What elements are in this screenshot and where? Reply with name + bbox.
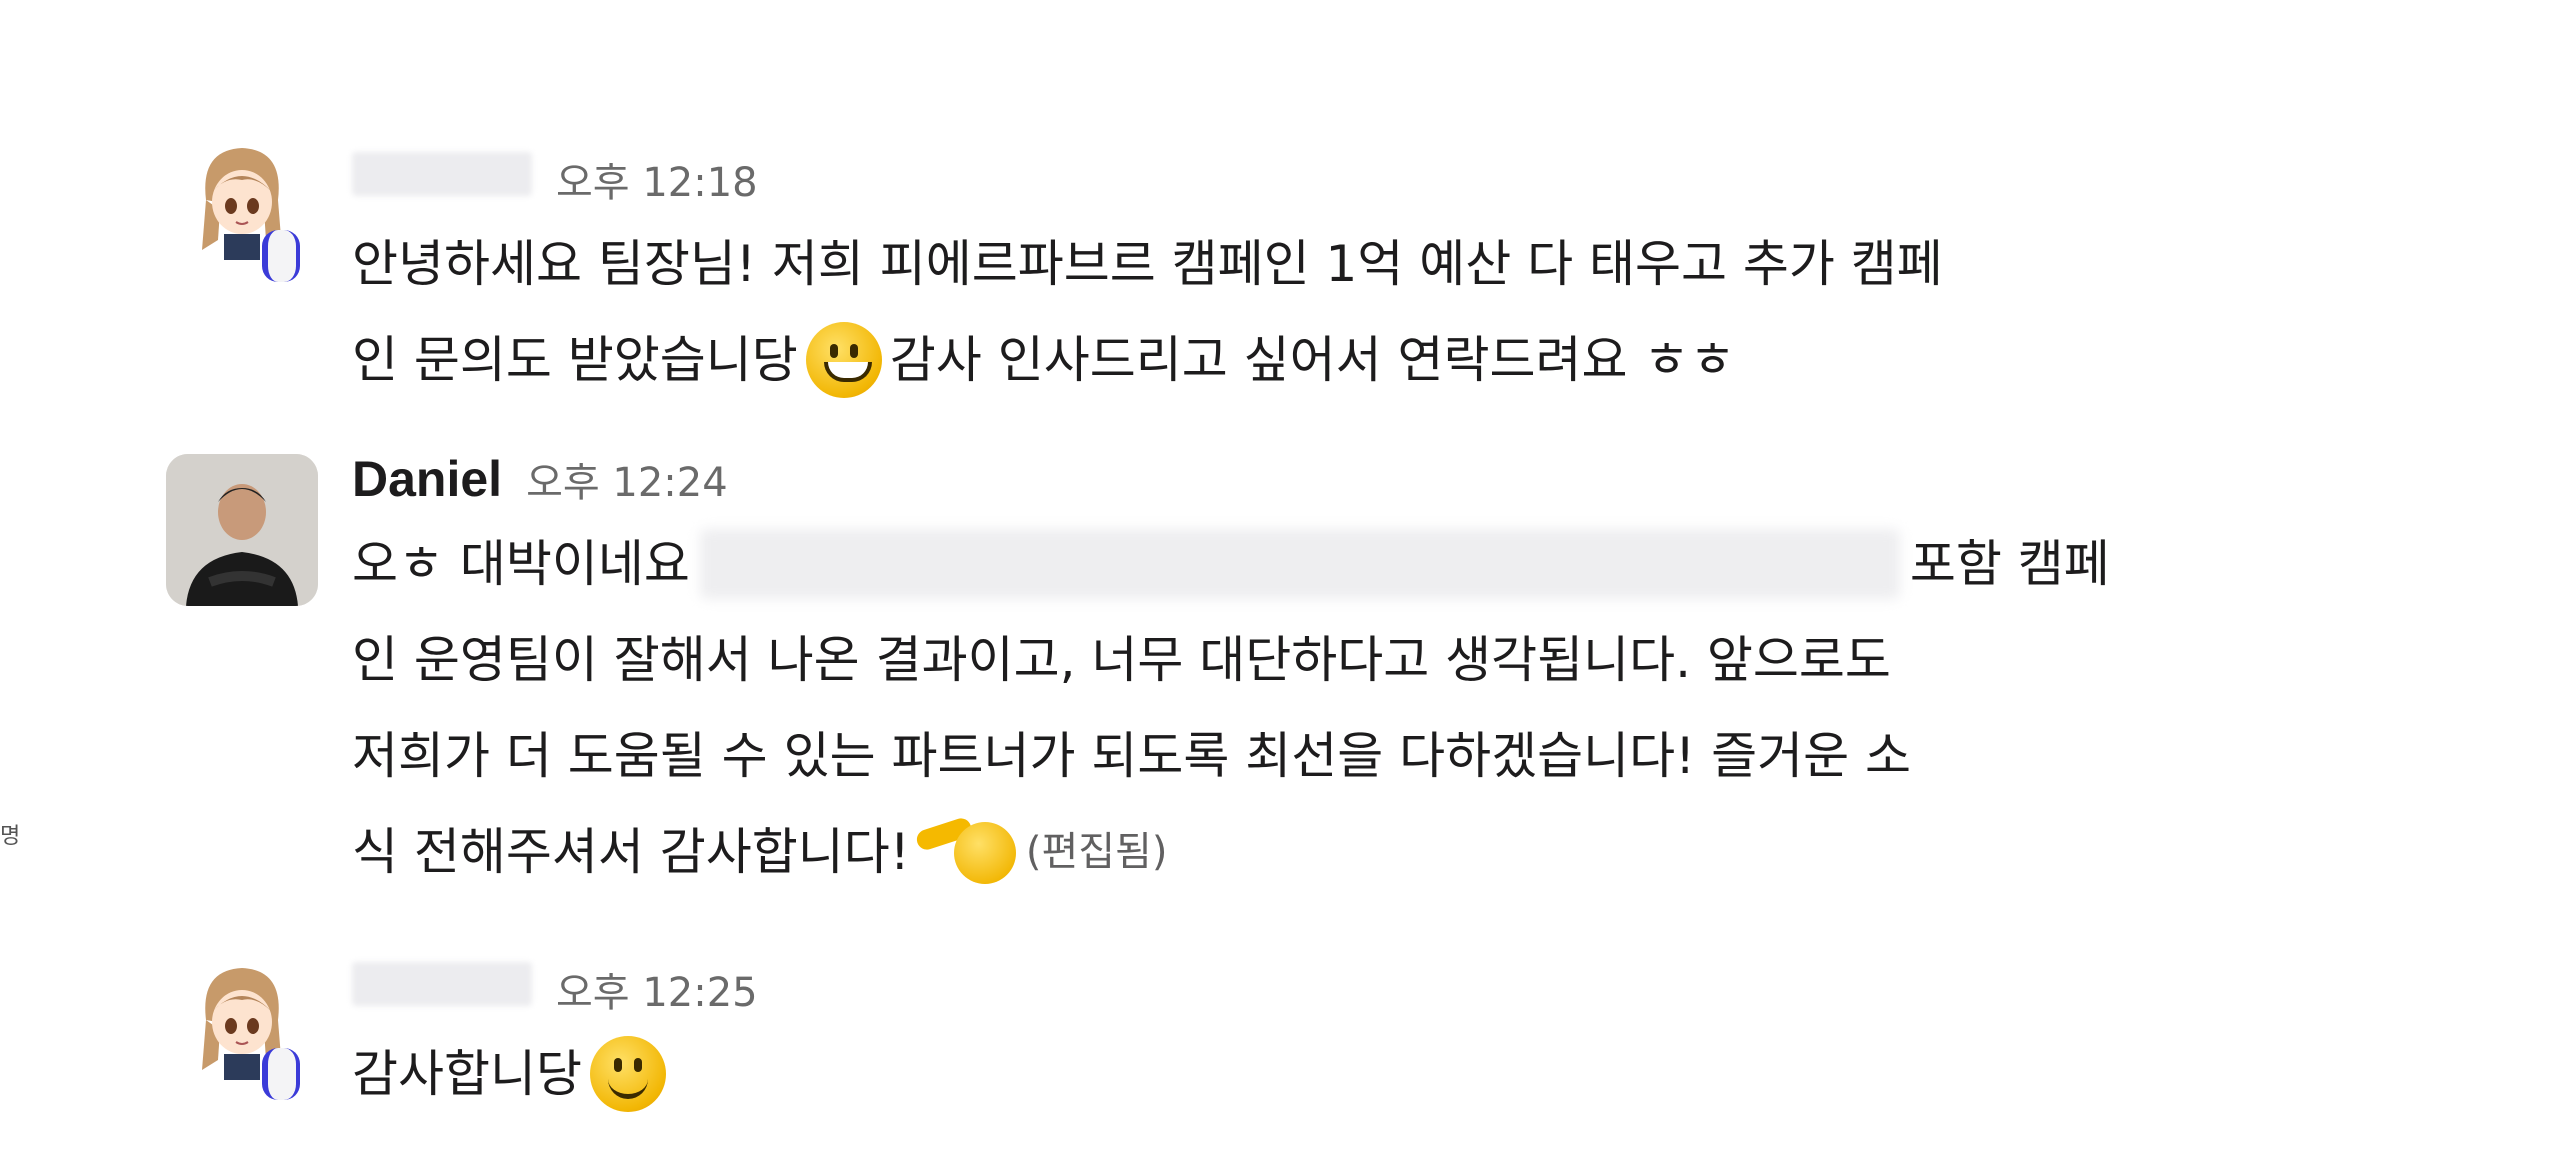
timestamp[interactable]: 오후 12:18 bbox=[556, 150, 758, 208]
message-text: 포함 캠페 bbox=[1909, 535, 2110, 593]
message-text: 식 전해주셔서 감사합니다! bbox=[352, 823, 910, 881]
edge-text-fragment: 명 bbox=[0, 824, 21, 849]
message-text: 인 문의도 받았습니당 bbox=[352, 331, 798, 389]
message-header: 오후 12:18 bbox=[352, 150, 758, 220]
message-line: 안녕하세요 팀장님! 저희 피에르파브르 캠페인 1억 예산 다 태우고 추가 … bbox=[352, 235, 1943, 293]
message-body: 오ㅎ 대박이네요 포함 캠페 인 운영팀이 잘해서 나온 결과이고, 너무 대단… bbox=[352, 516, 2332, 900]
message-line-with-emoji: 감사합니당 bbox=[352, 1026, 2332, 1122]
status-indicator bbox=[262, 1048, 300, 1100]
slightly-smiling-face-icon bbox=[590, 1036, 666, 1112]
message-line: 저희가 더 도움될 수 있는 파트너가 되도록 최선을 다하겠습니다! 즐거운 … bbox=[352, 727, 1911, 785]
avatar-photo[interactable] bbox=[166, 454, 318, 606]
status-indicator bbox=[262, 230, 300, 282]
timestamp[interactable]: 오후 12:24 bbox=[526, 450, 728, 508]
message-line: 인 운영팀이 잘해서 나온 결과이고, 너무 대단하다고 생각됩니다. 앞으로도 bbox=[352, 631, 1891, 689]
timestamp[interactable]: 오후 12:25 bbox=[556, 960, 758, 1018]
saluting-face-icon bbox=[914, 814, 1016, 890]
message-body: 감사합니당 bbox=[352, 1026, 2332, 1122]
message-text: 감사 인사드리고 싶어서 연락드려요 ㅎㅎ bbox=[889, 331, 1736, 389]
message-text: 감사합니당 bbox=[352, 1045, 582, 1103]
chat-screenshot: 명 오후 12:18 안녕하세요 팀장님! 저희 피에르파브르 캠페인 1억 예… bbox=[0, 0, 2556, 1160]
message-text: 오ㅎ 대박이네요 bbox=[352, 535, 690, 593]
sender-name-redacted[interactable] bbox=[352, 152, 532, 196]
grinning-face-icon bbox=[805, 322, 882, 398]
message-line-with-emoji: 인 문의도 받았습니당 감사 인사드리고 싶어서 연락드려요 ㅎㅎ bbox=[352, 312, 2332, 408]
message-header: 오후 12:25 bbox=[352, 960, 758, 1030]
message-line-with-emoji: 식 전해주셔서 감사합니다! (편집됨) bbox=[352, 804, 2332, 900]
edited-label: (편집됨) bbox=[1025, 829, 1168, 875]
sender-name[interactable]: Daniel bbox=[352, 450, 502, 508]
redacted-text bbox=[699, 529, 1900, 599]
message-body: 안녕하세요 팀장님! 저희 피에르파브르 캠페인 1억 예산 다 태우고 추가 … bbox=[352, 216, 2332, 408]
message-header: Daniel 오후 12:24 bbox=[352, 450, 728, 520]
sender-name-redacted[interactable] bbox=[352, 962, 532, 1006]
message-line-with-redaction: 오ㅎ 대박이네요 포함 캠페 bbox=[352, 516, 2332, 612]
